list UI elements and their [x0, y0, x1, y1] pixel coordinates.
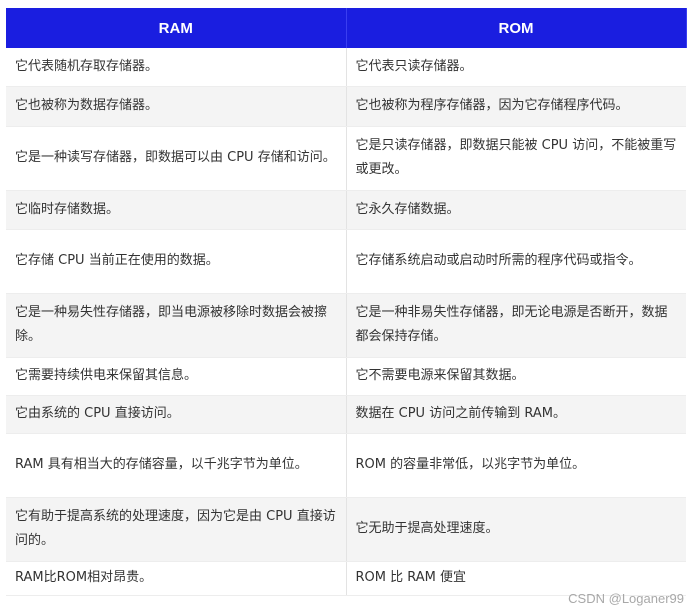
table-row: 它是一种读写存储器，即数据可以由 CPU 存储和访问。 它是只读存储器，即数据只…	[6, 126, 686, 191]
rom-cell: ROM 的容量非常低，以兆字节为单位。	[346, 433, 686, 498]
table-row: 它是一种易失性存储器，即当电源被移除时数据会被擦除。 它是一种非易失性存储器，即…	[6, 293, 686, 358]
table-row: RAM 具有相当大的存储容量，以千兆字节为单位。 ROM 的容量非常低，以兆字节…	[6, 433, 686, 498]
rom-cell: ROM 比 RAM 便宜	[346, 561, 686, 596]
csdn-watermark: CSDN @Loganer99	[568, 591, 684, 606]
ram-cell: 它也被称为数据存储器。	[6, 86, 347, 127]
table-row: 它临时存储数据。 它永久存储数据。	[6, 190, 686, 230]
rom-cell: 它存储系统启动或启动时所需的程序代码或指令。	[346, 229, 686, 294]
ram-cell: 它是一种易失性存储器，即当电源被移除时数据会被擦除。	[6, 293, 347, 358]
table-row: 它有助于提高系统的处理速度，因为它是由 CPU 直接访问的。 它无助于提高处理速…	[6, 497, 686, 562]
ram-cell: 它临时存储数据。	[6, 190, 347, 230]
ram-cell: 它需要持续供电来保留其信息。	[6, 357, 347, 396]
rom-cell: 它永久存储数据。	[346, 190, 686, 230]
ram-cell: RAM比ROM相对昂贵。	[6, 561, 347, 596]
ram-cell: RAM 具有相当大的存储容量，以千兆字节为单位。	[6, 433, 347, 498]
rom-cell: 它不需要电源来保留其数据。	[346, 357, 686, 396]
header-rom: ROM	[346, 8, 687, 48]
table-header: RAM ROM	[6, 8, 687, 48]
rom-cell: 它无助于提高处理速度。	[346, 497, 686, 562]
ram-cell: 它由系统的 CPU 直接访问。	[6, 395, 347, 434]
table-row: 它由系统的 CPU 直接访问。 数据在 CPU 访问之前传输到 RAM。	[6, 395, 686, 434]
table-row: 它也被称为数据存储器。 它也被称为程序存储器，因为它存储程序代码。	[6, 86, 686, 127]
table-row: 它需要持续供电来保留其信息。 它不需要电源来保留其数据。	[6, 357, 686, 396]
ram-rom-comparison-table: RAM ROM 它代表随机存取存储器。 它代表只读存储器。 它也被称为数据存储器…	[6, 8, 687, 596]
rom-cell: 它是只读存储器，即数据只能被 CPU 访问，不能被重写或更改。	[346, 126, 686, 191]
ram-cell: 它是一种读写存储器，即数据可以由 CPU 存储和访问。	[6, 126, 347, 191]
rom-cell: 它是一种非易失性存储器，即无论电源是否断开，数据都会保持存储。	[346, 293, 686, 358]
table-body: 它代表随机存取存储器。 它代表只读存储器。 它也被称为数据存储器。 它也被称为程…	[6, 48, 686, 596]
ram-cell: 它代表随机存取存储器。	[6, 48, 347, 87]
table-row: RAM比ROM相对昂贵。 ROM 比 RAM 便宜	[6, 561, 686, 596]
rom-cell: 它也被称为程序存储器，因为它存储程序代码。	[346, 86, 686, 127]
table-row: 它存储 CPU 当前正在使用的数据。 它存储系统启动或启动时所需的程序代码或指令…	[6, 229, 686, 294]
ram-cell: 它有助于提高系统的处理速度，因为它是由 CPU 直接访问的。	[6, 497, 347, 562]
table-row: 它代表随机存取存储器。 它代表只读存储器。	[6, 48, 686, 87]
header-row: RAM ROM	[6, 8, 687, 48]
rom-cell: 数据在 CPU 访问之前传输到 RAM。	[346, 395, 686, 434]
ram-cell: 它存储 CPU 当前正在使用的数据。	[6, 229, 347, 294]
header-ram: RAM	[6, 8, 347, 48]
comparison-table-container: RAM ROM 它代表随机存取存储器。 它代表只读存储器。 它也被称为数据存储器…	[6, 8, 687, 596]
rom-cell: 它代表只读存储器。	[346, 48, 686, 87]
